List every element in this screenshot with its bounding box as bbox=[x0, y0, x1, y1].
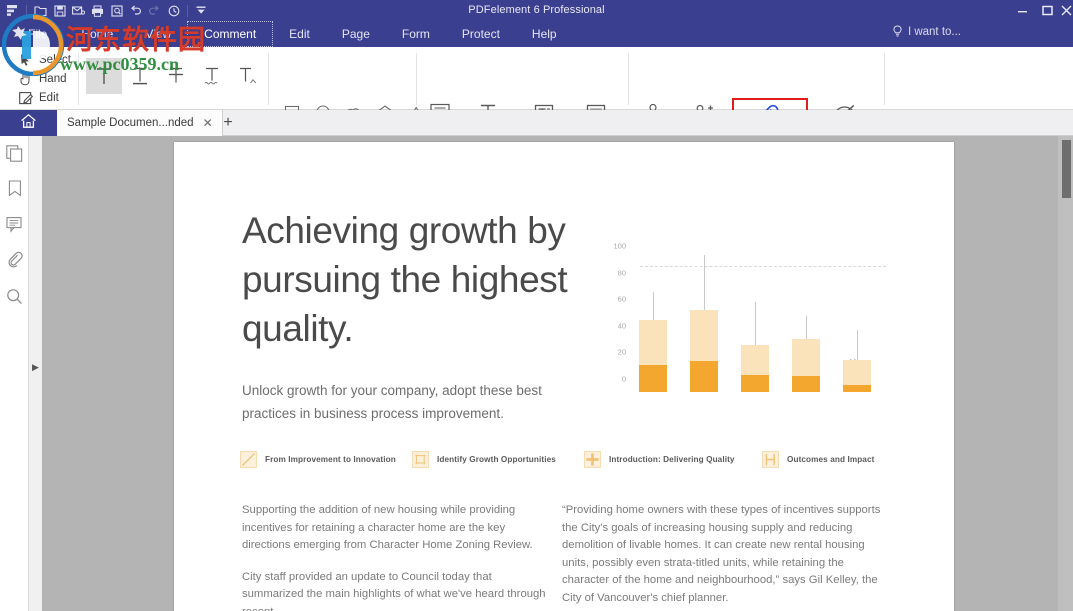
window-controls[interactable] bbox=[1010, 0, 1073, 21]
search-panel-icon[interactable] bbox=[0, 278, 29, 314]
edit-tool-label: Edit bbox=[39, 92, 59, 104]
chart-bar-mar-upper bbox=[741, 345, 769, 374]
menu-tab-form[interactable]: Form bbox=[386, 21, 446, 47]
close-tab-icon[interactable]: ✕ bbox=[203, 116, 213, 130]
chart-bar-apr-upper bbox=[792, 339, 820, 376]
attachments-panel-icon[interactable] bbox=[0, 242, 29, 278]
thumbnails-panel-icon[interactable] bbox=[0, 136, 29, 170]
menu-tab-page[interactable]: Page bbox=[326, 21, 386, 47]
ribbon-divider-2 bbox=[268, 53, 269, 105]
vertical-scrollbar-thumb[interactable] bbox=[1062, 140, 1071, 198]
diagonal-slash-icon bbox=[240, 451, 257, 468]
chart-top-rule bbox=[640, 266, 886, 267]
feature-item-1: From Improvement to Innovation bbox=[240, 451, 412, 468]
splitter-grip-icon[interactable]: ▶ bbox=[32, 362, 38, 373]
document-tab-label: Sample Documen...nded bbox=[67, 117, 194, 129]
menu-tab-help[interactable]: Help bbox=[516, 21, 573, 47]
body-paragraph-2: City staff provided an update to Council… bbox=[242, 569, 547, 611]
lightbulb-icon bbox=[892, 25, 903, 38]
menu-tab-protect[interactable]: Protect bbox=[446, 21, 516, 47]
body-column-left: Supporting the addition of new housing w… bbox=[242, 502, 547, 611]
bracket-icon bbox=[762, 451, 779, 468]
chart-bar-may-lower bbox=[843, 385, 871, 392]
minimize-button[interactable] bbox=[1010, 0, 1035, 21]
document-tab[interactable]: Sample Documen...nded ✕ bbox=[57, 110, 223, 136]
new-tab-button[interactable]: + bbox=[219, 114, 237, 132]
home-icon bbox=[20, 113, 37, 134]
feature-label-3: Introduction: Delivering Quality bbox=[609, 455, 735, 464]
home-tab-button[interactable] bbox=[0, 110, 57, 136]
i-want-to-label: I want to... bbox=[908, 26, 961, 38]
chart-bar-jan-lower bbox=[639, 365, 667, 392]
chart-bar-apr-lower bbox=[792, 376, 820, 392]
comments-panel-icon[interactable] bbox=[0, 206, 29, 242]
hedong-logo bbox=[2, 14, 64, 76]
document-viewer: Achieving growth by pursuing the highest… bbox=[42, 136, 1073, 611]
y-tick-100: 100 bbox=[613, 242, 626, 251]
chart-bar-feb-lower bbox=[690, 361, 718, 392]
body-paragraph-3: “Providing home owners with these types … bbox=[562, 502, 882, 607]
feature-icon-row: From Improvement to Innovation Identify … bbox=[240, 451, 900, 468]
chart-bar-feb-upper bbox=[690, 310, 718, 362]
vertical-scrollbar[interactable] bbox=[1058, 136, 1073, 611]
watermark-url-text: www.pc0359.cn bbox=[60, 54, 179, 75]
caret-insert-text-tool[interactable] bbox=[230, 58, 266, 94]
bookmarks-panel-icon[interactable] bbox=[0, 170, 29, 206]
document-subheadline: Unlock growth for your company, adopt th… bbox=[242, 379, 580, 425]
pdf-page[interactable]: Achieving growth by pursuing the highest… bbox=[174, 142, 954, 611]
feature-item-3: Introduction: Delivering Quality bbox=[584, 451, 762, 468]
feature-item-4: Outcomes and Impact bbox=[762, 451, 874, 468]
chart-bar-feb bbox=[690, 310, 718, 392]
y-tick-40: 40 bbox=[618, 321, 626, 330]
app-title: PDFelement 6 Professional bbox=[0, 4, 1073, 16]
chart-bar-mar bbox=[741, 345, 769, 392]
side-panel-rail bbox=[0, 136, 29, 611]
feature-label-4: Outcomes and Impact bbox=[787, 455, 874, 464]
y-tick-20: 20 bbox=[618, 348, 626, 357]
close-button[interactable] bbox=[1060, 0, 1073, 21]
body-paragraph-1: Supporting the addition of new housing w… bbox=[242, 502, 547, 555]
feature-label-2: Identify Growth Opportunities bbox=[437, 455, 556, 464]
menu-tab-edit[interactable]: Edit bbox=[273, 21, 326, 47]
body-column-right: “Providing home owners with these types … bbox=[562, 502, 882, 607]
chart-bar-jan-upper bbox=[639, 320, 667, 365]
feature-label-1: From Improvement to Innovation bbox=[265, 455, 396, 464]
y-tick-80: 80 bbox=[618, 268, 626, 277]
chart-bar-apr bbox=[792, 339, 820, 392]
chart-bar-may bbox=[843, 360, 871, 392]
bar-chart: 100 80 60 40 20 0 Jan Feb bbox=[594, 214, 894, 414]
y-tick-60: 60 bbox=[618, 295, 626, 304]
y-tick-0: 0 bbox=[622, 374, 626, 383]
grid-dots-icon bbox=[412, 451, 429, 468]
feature-item-2: Identify Growth Opportunities bbox=[412, 451, 584, 468]
document-headline: Achieving growth by pursuing the highest… bbox=[242, 206, 592, 353]
edit-tool-button[interactable]: Edit bbox=[16, 88, 71, 107]
squiggly-underline-text-tool[interactable] bbox=[194, 58, 230, 94]
ribbon-divider-5 bbox=[884, 53, 885, 105]
chart-plot-area: 100 80 60 40 20 0 Jan Feb bbox=[632, 246, 880, 392]
document-tab-strip: Sample Documen...nded ✕ + bbox=[0, 110, 1073, 136]
chart-bar-mar-lower bbox=[741, 375, 769, 392]
i-want-to-search[interactable]: I want to... bbox=[892, 25, 961, 38]
panel-splitter[interactable]: ▶ bbox=[29, 136, 42, 611]
maximize-button[interactable] bbox=[1035, 0, 1060, 21]
edit-pencil-icon bbox=[18, 90, 33, 105]
chart-bar-jan bbox=[639, 320, 667, 392]
watermark-chinese-text: 河东软件园 bbox=[66, 18, 206, 57]
plus-square-icon bbox=[584, 451, 601, 468]
chart-bar-may-upper bbox=[843, 360, 871, 385]
